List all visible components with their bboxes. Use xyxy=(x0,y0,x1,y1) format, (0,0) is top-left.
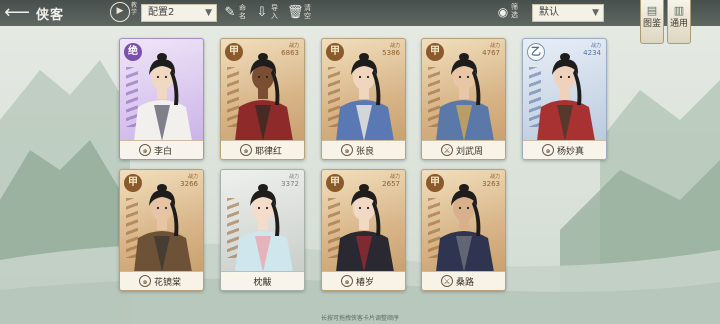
import-label: 导入 xyxy=(271,4,278,20)
rename-label: 命名 xyxy=(239,4,246,20)
name-bar: ๑耶律红 xyxy=(221,140,304,159)
power-stat: 战力 5386 xyxy=(382,43,400,57)
power-value: 4234 xyxy=(583,49,601,57)
power-value: 5386 xyxy=(382,49,400,57)
swirl-icon: ๑ xyxy=(240,144,252,156)
hero-name: 杨妙真 xyxy=(557,147,585,157)
power-stat: 战力 2657 xyxy=(382,174,400,188)
sort-select-value: 默认 xyxy=(539,7,559,18)
import-button[interactable]: ⇩ 导入 xyxy=(254,4,282,24)
clear-label: 清空 xyxy=(304,4,311,20)
hero-card[interactable]: 绝 ๑李白 xyxy=(119,38,204,160)
power-stat: 战力 3263 xyxy=(482,174,500,188)
power-value: 6863 xyxy=(281,49,299,57)
hero-card[interactable]: 甲 战力 3263 ⚔ 桑路 xyxy=(421,169,506,291)
drag-hint: 长按可拖拽侠客卡片调整顺序 xyxy=(320,315,399,322)
hero-name: 耶律红 xyxy=(255,147,283,157)
general-label: 通用 xyxy=(669,19,688,29)
general-button[interactable]: ▥ 通用 xyxy=(667,0,691,44)
hero-card[interactable]: 甲 战力 5386 ๑张良 xyxy=(321,38,406,160)
hero-name: 花镜棠 xyxy=(154,278,182,288)
grade-badge: 乙 xyxy=(527,43,545,61)
top-bar xyxy=(0,0,720,26)
trash-icon: 🗑 xyxy=(287,5,304,20)
grade-badge: 甲 xyxy=(426,43,444,61)
power-stat: 战力 4234 xyxy=(583,43,601,57)
arrow-left-icon: ⟵ xyxy=(4,2,30,23)
codex-label: 图鉴 xyxy=(642,19,661,29)
chevron-down-icon: ▼ xyxy=(205,8,212,18)
hero-card[interactable]: 甲 战力 2657 ๑椿岁 xyxy=(321,169,406,291)
grade-badge: 甲 xyxy=(426,174,444,192)
swirl-icon: ๑ xyxy=(542,144,554,156)
rename-button[interactable]: ✎ 命名 xyxy=(222,4,250,24)
codex-button[interactable]: ▤ 图鉴 xyxy=(640,0,664,44)
hero-name: 桑路 xyxy=(456,278,475,288)
name-bar: ๑椿岁 xyxy=(322,271,405,290)
name-bar: ๑张良 xyxy=(322,140,405,159)
power-value: 3263 xyxy=(482,180,500,188)
play-icon: ▶ xyxy=(116,6,124,16)
brush-icon: ✎ xyxy=(224,5,236,20)
filter-button[interactable]: ◉ xyxy=(493,5,513,21)
hero-name: 刘武周 xyxy=(456,147,484,157)
import-icon: ⇩ xyxy=(256,5,268,20)
grade-badge: 甲 xyxy=(326,174,344,192)
clear-button[interactable]: 🗑 清空 xyxy=(287,4,315,24)
hero-name: 张良 xyxy=(356,147,375,157)
filter-label: 筛选 xyxy=(511,3,518,19)
back-button[interactable]: ⟵ xyxy=(4,3,30,23)
grade-badge: 绝 xyxy=(124,43,142,61)
power-stat: 战力 3266 xyxy=(180,174,198,188)
grade-badge: 甲 xyxy=(225,43,243,61)
hero-name: 椿岁 xyxy=(356,278,375,288)
grade-badge: 甲 xyxy=(124,174,142,192)
scroll-icon: ▥ xyxy=(673,4,685,17)
name-bar: ๑李白 xyxy=(120,140,203,159)
power-value: 3266 xyxy=(180,180,198,188)
tutorial-play-button[interactable]: ▶ xyxy=(110,2,130,22)
sword-icon: ⚔ xyxy=(441,275,453,287)
power-stat: 战力 3372 xyxy=(281,174,299,188)
hero-name: 李白 xyxy=(154,147,173,157)
sword-icon: ⚔ xyxy=(441,144,453,156)
page-title: 侠客 xyxy=(36,8,65,23)
name-bar: ⚔ 桑路 xyxy=(422,271,505,290)
config-select-value: 配置2 xyxy=(148,7,175,18)
power-stat: 战力 6863 xyxy=(281,43,299,57)
eye-icon: ◉ xyxy=(497,5,509,19)
hero-name: 枕黻 xyxy=(253,278,272,288)
tutorial-label: 教学 xyxy=(131,2,138,16)
name-bar: ๑杨妙真 xyxy=(523,140,606,159)
swirl-icon: ๑ xyxy=(341,144,353,156)
power-value: 2657 xyxy=(382,180,400,188)
swirl-icon: ๑ xyxy=(139,144,151,156)
name-bar: ⚔ 刘武周 xyxy=(422,140,505,159)
swirl-icon: ๑ xyxy=(139,275,151,287)
hero-card[interactable]: 甲 战力 4767 ⚔ 刘武周 xyxy=(421,38,506,160)
hero-portrait xyxy=(221,176,304,272)
book-icon: ▤ xyxy=(646,4,658,17)
hero-card[interactable]: 甲 战力 6863 ๑耶律红 xyxy=(220,38,305,160)
swirl-icon: ๑ xyxy=(341,275,353,287)
config-select[interactable]: 配置2 ▼ xyxy=(141,4,217,22)
hero-card[interactable]: 战力 3372 枕黻 xyxy=(220,169,305,291)
name-bar: 枕黻 xyxy=(221,271,304,290)
name-bar: ๑花镜棠 xyxy=(120,271,203,290)
chevron-down-icon: ▼ xyxy=(592,8,599,18)
sort-select[interactable]: 默认 ▼ xyxy=(532,4,604,22)
power-value: 4767 xyxy=(482,49,500,57)
power-stat: 战力 4767 xyxy=(482,43,500,57)
grade-badge: 甲 xyxy=(326,43,344,61)
hero-card[interactable]: 甲 战力 3266 ๑花镜棠 xyxy=(119,169,204,291)
power-value: 3372 xyxy=(281,180,299,188)
hero-card[interactable]: 乙 战力 4234 ๑杨妙真 xyxy=(522,38,607,160)
